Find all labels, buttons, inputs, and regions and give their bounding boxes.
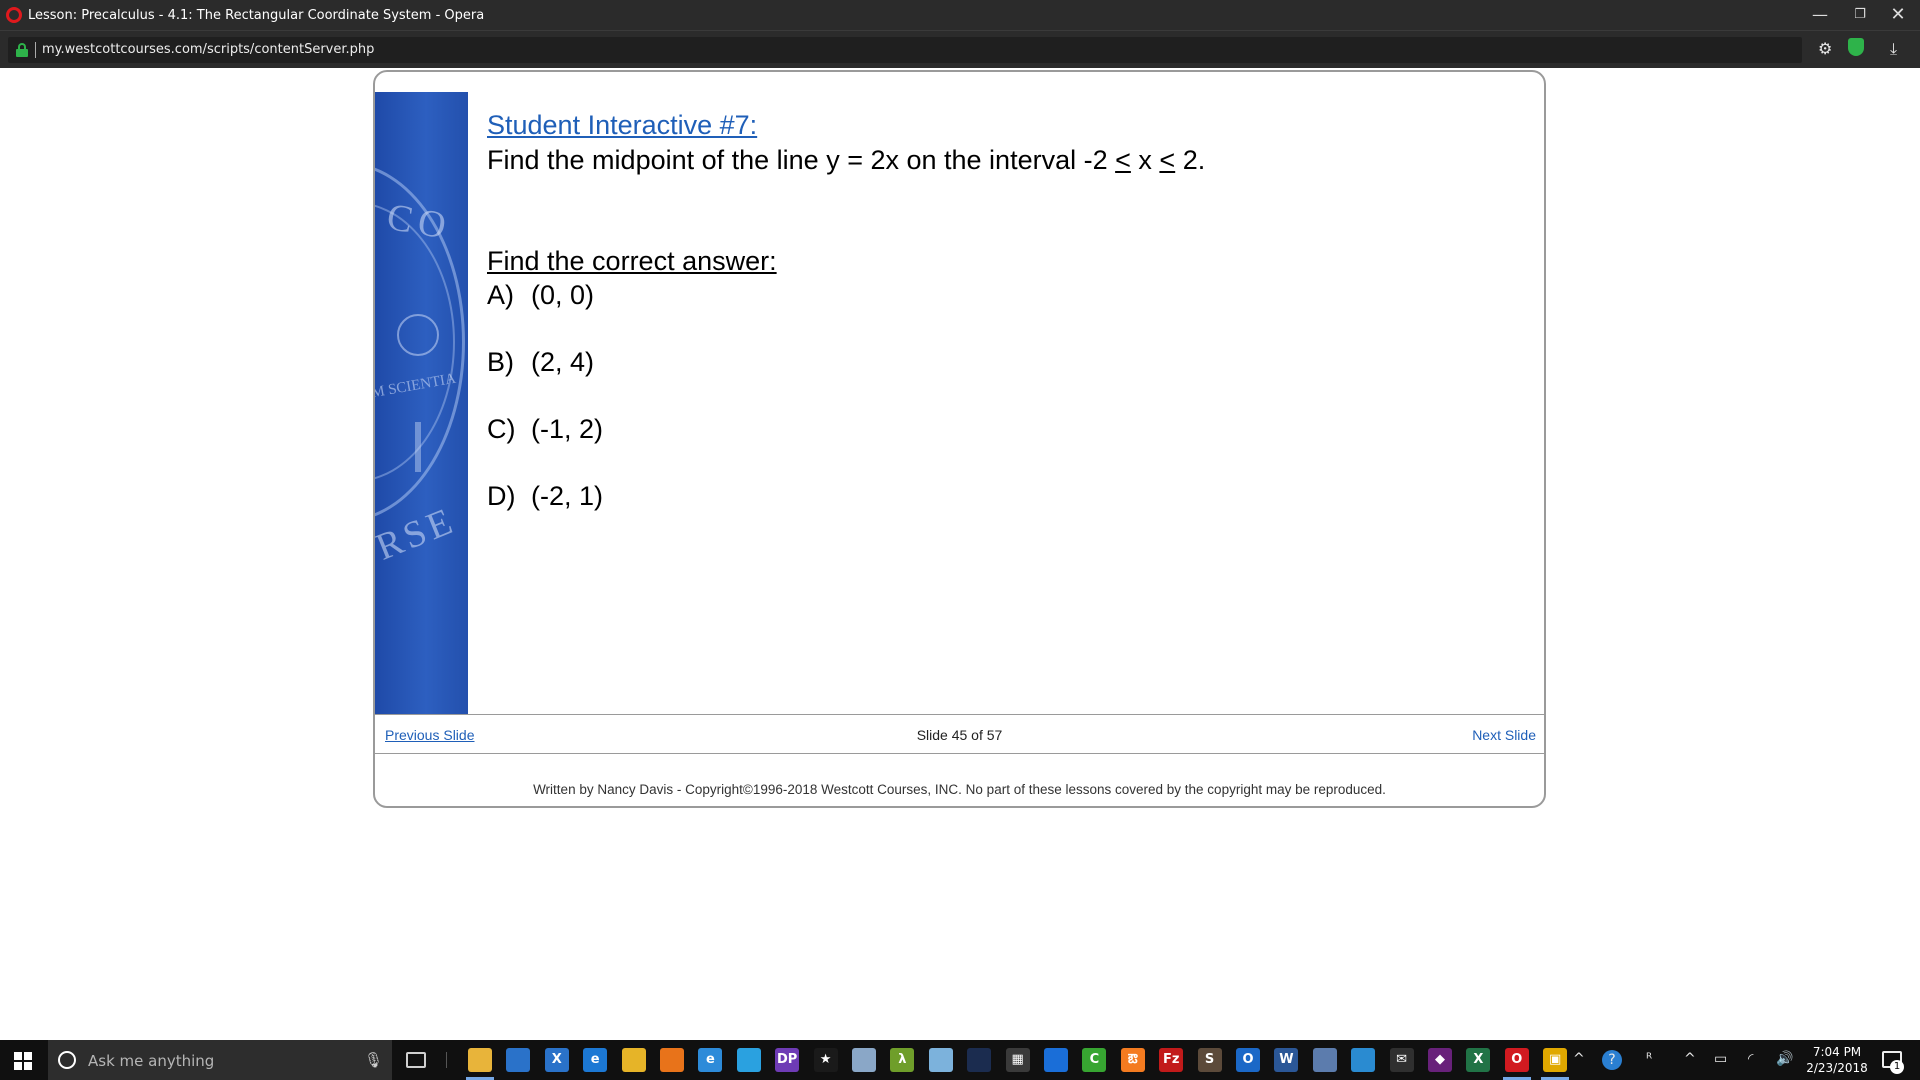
firefox-icon[interactable] [660, 1048, 684, 1072]
file-explorer-icon[interactable] [468, 1048, 492, 1072]
option-value: (0, 0) [531, 280, 595, 310]
indie-app-icon[interactable] [967, 1048, 992, 1072]
opera-icon[interactable]: O [1504, 1048, 1529, 1072]
camtasia-icon[interactable]: C [1082, 1048, 1107, 1072]
volume-icon[interactable]: 🔊 [1776, 1051, 1793, 1067]
slide-counter: Slide 45 of 57 [916, 727, 1003, 743]
question-block: Student Interactive #7: Find the midpoin… [487, 110, 1205, 176]
option-letter: D) [487, 481, 516, 511]
outlook-icon[interactable]: O [1236, 1048, 1260, 1072]
clock-date: 2/23/2018 [1806, 1061, 1868, 1075]
option-letter: C) [487, 414, 516, 444]
slides-app-icon[interactable]: ▣ [1543, 1048, 1568, 1072]
option-letter: A) [487, 280, 514, 310]
edge-icon[interactable]: e [583, 1048, 608, 1072]
question-text: Find the midpoint of the line y = 2x on … [487, 145, 1206, 175]
help-icon[interactable]: ? [1602, 1050, 1622, 1070]
url-text[interactable]: my.westcottcourses.com/scripts/contentSe… [42, 42, 374, 57]
taskbar-divider [446, 1052, 447, 1068]
globe-icon [397, 314, 439, 356]
option-letter: B) [487, 347, 514, 377]
minimize-button[interactable]: — [1800, 3, 1840, 27]
window-title: Lesson: Precalculus - 4.1: The Rectangul… [28, 8, 485, 23]
dp-app-icon[interactable]: DP [775, 1048, 800, 1072]
notification-count-badge: 1 [1890, 1060, 1904, 1074]
people-icon[interactable]: ᴿ [1646, 1051, 1652, 1067]
chrome-icon[interactable] [621, 1048, 646, 1072]
option-value: (2, 4) [531, 347, 595, 377]
store-icon[interactable] [506, 1048, 531, 1072]
wifi-icon[interactable]: ◜ [1748, 1051, 1753, 1067]
copyright-notice: Written by Nancy Davis - Copyright©1996-… [533, 782, 1386, 797]
remote-desktop-icon[interactable] [1351, 1048, 1376, 1072]
mail-icon[interactable]: ✉ [1389, 1048, 1414, 1072]
powershell-icon[interactable] [736, 1048, 761, 1072]
url-field[interactable]: my.westcottcourses.com/scripts/contentSe… [8, 37, 1802, 63]
star-app-icon[interactable]: ★ [813, 1048, 838, 1072]
opera-logo-icon [6, 7, 22, 23]
clock-time: 7:04 PM [1812, 1045, 1862, 1059]
previous-slide-link[interactable]: Previous Slide [385, 727, 475, 743]
xmind-icon[interactable]: X [544, 1048, 569, 1072]
taskbar: Ask me anything 🎙 Xe e DP ★ λ ▦ C ఔ Fz S O W ✉ ◆ X O ▣ ^… [0, 1040, 1920, 1080]
xampp-icon[interactable]: ఔ [1120, 1048, 1145, 1072]
synaptic-app-icon[interactable] [852, 1048, 876, 1072]
restore-button[interactable]: ❐ [1840, 3, 1880, 27]
sketch-app-icon[interactable] [928, 1048, 953, 1072]
gear-icon[interactable]: ⚙ [1818, 39, 1832, 58]
word-icon[interactable]: W [1274, 1048, 1299, 1072]
cortana-search-box[interactable]: Ask me anything 🎙 [48, 1040, 392, 1080]
shield-icon[interactable] [1848, 38, 1864, 56]
option-c[interactable]: C) (-1, 2) [487, 414, 603, 445]
url-separator [35, 42, 36, 58]
filezilla-icon[interactable]: Fz [1159, 1048, 1184, 1072]
option-value: (-2, 1) [531, 481, 604, 511]
slide-frame: CO M SCIENTIA RSE Student Interactive #7… [373, 70, 1546, 808]
next-slide-link[interactable]: Next Slide [1472, 727, 1536, 743]
address-bar: my.westcottcourses.com/scripts/contentSe… [0, 30, 1920, 68]
window-titlebar: Lesson: Precalculus - 4.1: The Rectangul… [0, 0, 1920, 30]
microphone-icon[interactable]: 🎙 [364, 1051, 383, 1069]
battery-icon[interactable]: ▭ [1714, 1051, 1727, 1067]
slide-navigation: Slide 45 of 57 Previous Slide Next Slide [375, 714, 1544, 754]
option-b[interactable]: B) (2, 4) [487, 347, 594, 378]
cortana-icon[interactable] [58, 1051, 76, 1069]
answer-heading: Find the correct answer: [487, 246, 777, 276]
option-d[interactable]: D) (-2, 1) [487, 481, 603, 512]
option-value: (-1, 2) [531, 414, 604, 444]
task-view-icon[interactable] [406, 1052, 426, 1068]
show-hidden-icon[interactable]: ^ [1684, 1051, 1696, 1067]
chevron-up-icon[interactable]: ^ [1573, 1051, 1585, 1067]
sublime-icon[interactable]: S [1197, 1048, 1222, 1072]
option-a[interactable]: A) (0, 0) [487, 280, 594, 311]
lock-icon[interactable] [16, 43, 28, 57]
people-app-icon[interactable] [1312, 1048, 1337, 1072]
download-icon[interactable]: ⤓ [1890, 39, 1897, 59]
lambda-app-icon[interactable]: λ [890, 1048, 915, 1072]
question-heading: Student Interactive #7: [487, 110, 758, 140]
internet-explorer-icon[interactable]: e [698, 1048, 723, 1072]
close-button[interactable]: ✕ [1878, 3, 1918, 27]
clock[interactable]: 7:04 PM 2/23/2018 [1800, 1044, 1874, 1076]
excel-icon[interactable]: X [1466, 1048, 1491, 1072]
windows-start-icon[interactable] [14, 1052, 32, 1070]
visual-studio-icon[interactable]: ◆ [1428, 1048, 1452, 1072]
search-placeholder[interactable]: Ask me anything [88, 1052, 214, 1070]
seal-banner: CO M SCIENTIA RSE [375, 92, 468, 714]
torch-icon [415, 422, 421, 472]
calculator-icon[interactable]: ▦ [1005, 1048, 1030, 1072]
teamviewer-icon[interactable] [1044, 1048, 1068, 1072]
